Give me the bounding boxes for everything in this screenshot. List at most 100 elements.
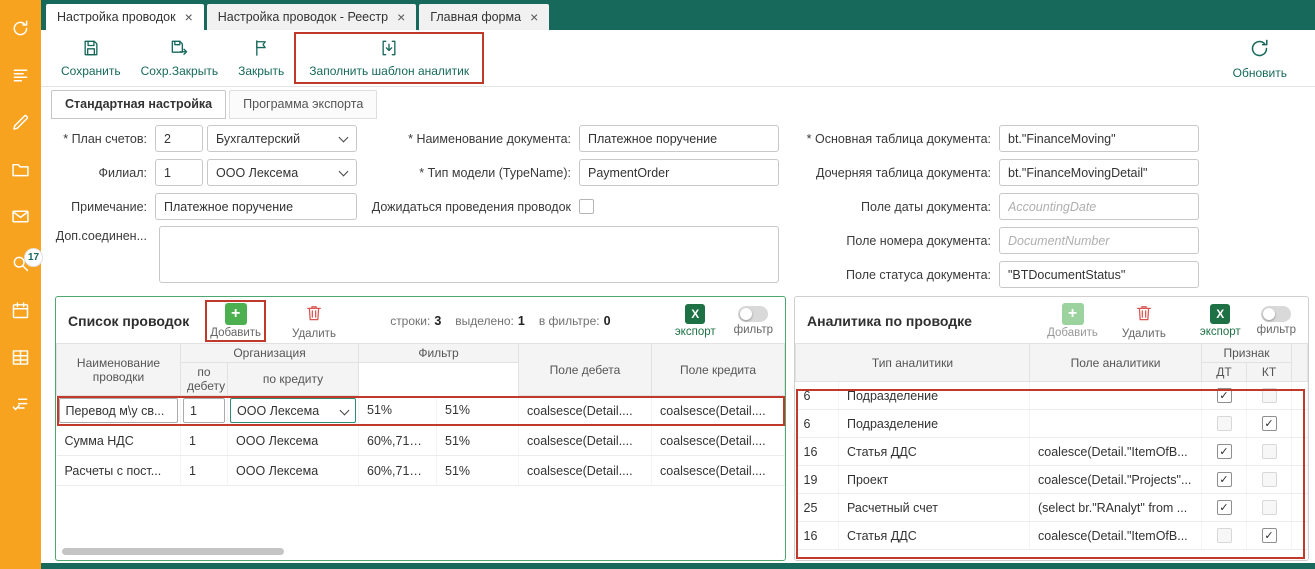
refresh-button[interactable]: Обновить <box>1223 34 1297 83</box>
type-code-cell[interactable]: 25 <box>796 494 839 522</box>
org-name-cell[interactable]: ООО Лексема <box>228 426 359 456</box>
window-tab-main-form[interactable]: Главная форма × <box>419 4 549 30</box>
credit-filter-cell[interactable]: 51% <box>437 426 519 456</box>
save-button[interactable]: Сохранить <box>51 35 131 81</box>
main-table-input[interactable] <box>999 125 1199 152</box>
folder-icon[interactable] <box>10 159 31 180</box>
col-header-analytics-field[interactable]: Поле аналитики <box>1030 344 1202 382</box>
dt-cell[interactable]: ✓ <box>1202 466 1247 494</box>
org-name-cell[interactable]: ООО Лексема <box>228 456 359 486</box>
close-form-button[interactable]: Закрыть <box>228 35 294 81</box>
dt-checkbox[interactable]: ✓ <box>1217 472 1232 487</box>
col-header-by-credit[interactable]: по кредиту <box>228 363 359 396</box>
debit-filter-cell[interactable]: 60%,71%... <box>359 456 437 486</box>
credit-filter-cell[interactable]: 51% <box>437 456 519 486</box>
org-select[interactable]: ООО Лексема <box>230 398 356 423</box>
sync-icon[interactable] <box>10 18 31 39</box>
debit-field-cell[interactable]: coalsesce(Detail.... <box>519 396 652 426</box>
filter-postings-toggle[interactable]: фильтр <box>734 306 773 336</box>
add-posting-button[interactable]: + Добавить <box>210 303 261 339</box>
kt-checkbox[interactable]: ✓ <box>1262 416 1277 431</box>
table-row-selected[interactable]: Перевод м\у св... 1 ООО Лексема 51% 51% … <box>57 396 785 426</box>
col-header-filter-group[interactable]: Фильтр <box>359 344 519 363</box>
kt-cell[interactable] <box>1247 466 1292 494</box>
type-code-cell[interactable]: 16 <box>796 438 839 466</box>
type-name-cell[interactable]: Подразделение <box>839 410 1030 438</box>
dt-cell[interactable]: ✓ <box>1202 382 1247 410</box>
type-code-cell[interactable]: 6 <box>796 382 839 410</box>
table-row[interactable]: 6 Подразделение ✓ <box>796 382 1308 410</box>
checklist-icon[interactable] <box>10 394 31 415</box>
list-icon[interactable] <box>10 65 31 86</box>
child-table-input[interactable] <box>999 159 1199 186</box>
mail-icon[interactable] <box>10 206 31 227</box>
extra-join-textarea[interactable] <box>159 226 779 283</box>
type-name-cell[interactable]: Расчетный счет <box>839 494 1030 522</box>
type-code-cell[interactable]: 16 <box>796 522 839 550</box>
type-code-cell[interactable]: 6 <box>796 410 839 438</box>
window-tab-postings-setup[interactable]: Настройка проводок × <box>46 4 204 30</box>
status-field-input[interactable] <box>999 261 1199 288</box>
export-analytics-button[interactable]: X экспорт <box>1200 304 1241 338</box>
org-code-cell[interactable]: 1 <box>181 396 228 426</box>
horizontal-scrollbar[interactable] <box>62 548 284 555</box>
type-name-cell[interactable]: Статья ДДС <box>839 522 1030 550</box>
plan-code-input[interactable] <box>155 125 203 152</box>
org-code-cell[interactable]: 1 <box>181 426 228 456</box>
kt-cell[interactable] <box>1247 382 1292 410</box>
dt-checkbox[interactable] <box>1217 528 1232 543</box>
pencil-icon[interactable] <box>10 112 31 133</box>
date-field-input[interactable] <box>999 193 1199 220</box>
type-code-cell[interactable]: 19 <box>796 466 839 494</box>
delete-posting-button[interactable]: Удалить <box>292 303 336 340</box>
dt-checkbox[interactable]: ✓ <box>1217 500 1232 515</box>
table-row[interactable]: 19 Проект coalesce(Detail."Projects"... … <box>796 466 1308 494</box>
dt-cell[interactable] <box>1202 410 1247 438</box>
org-select-cell[interactable]: ООО Лексема <box>228 396 359 426</box>
grid-icon[interactable] <box>10 347 31 368</box>
table-row[interactable]: Сумма НДС 1 ООО Лексема 60%,71%... 51% c… <box>57 426 785 456</box>
kt-checkbox[interactable] <box>1262 472 1277 487</box>
col-header-by-debit[interactable]: по дебету <box>181 363 228 396</box>
toggle-off-icon[interactable] <box>738 306 768 322</box>
credit-field-cell[interactable]: coalsesce(Detail.... <box>652 426 785 456</box>
field-cell[interactable]: coalesce(Detail."ItemOfB... <box>1030 522 1202 550</box>
dt-checkbox[interactable] <box>1217 416 1232 431</box>
field-cell[interactable]: coalesce(Detail."Projects"... <box>1030 466 1202 494</box>
col-header-posting-name[interactable]: Наименование проводки <box>57 344 181 396</box>
field-cell[interactable] <box>1030 410 1202 438</box>
type-name-cell[interactable]: Статья ДДС <box>839 438 1030 466</box>
debit-field-cell[interactable]: coalsesce(Detail.... <box>519 426 652 456</box>
credit-field-cell[interactable]: coalsesce(Detail.... <box>652 396 785 426</box>
kt-cell[interactable]: ✓ <box>1247 522 1292 550</box>
col-header-sign-group[interactable]: Признак <box>1202 344 1292 363</box>
doc-name-input[interactable] <box>579 125 779 152</box>
dt-cell[interactable] <box>1202 522 1247 550</box>
add-analytics-button[interactable]: + Добавить <box>1047 303 1098 339</box>
table-row[interactable]: Расчеты с пост... 1 ООО Лексема 60%,71%.… <box>57 456 785 486</box>
kt-cell[interactable]: ✓ <box>1247 410 1292 438</box>
posting-name-cell[interactable]: Перевод м\у св... <box>57 396 181 426</box>
window-tab-postings-registry[interactable]: Настройка проводок - Реестр × <box>207 4 417 30</box>
close-icon[interactable]: × <box>397 10 405 24</box>
kt-checkbox[interactable] <box>1262 500 1277 515</box>
wait-posting-checkbox[interactable] <box>579 199 594 214</box>
credit-filter-cell[interactable]: 51% <box>437 396 519 426</box>
kt-checkbox[interactable] <box>1262 444 1277 459</box>
type-name-input[interactable] <box>579 159 779 186</box>
filter-analytics-toggle[interactable]: фильтр <box>1257 306 1296 336</box>
tab-export-program[interactable]: Программа экспорта <box>229 90 377 119</box>
dt-cell[interactable]: ✓ <box>1202 438 1247 466</box>
table-row[interactable]: 16 Статья ДДС coalesce(Detail."ItemOfB..… <box>796 438 1308 466</box>
posting-name-cell[interactable]: Расчеты с пост... <box>57 456 181 486</box>
calendar-icon[interactable] <box>10 300 31 321</box>
number-field-input[interactable] <box>999 227 1199 254</box>
dt-checkbox[interactable]: ✓ <box>1217 388 1232 403</box>
note-input[interactable] <box>155 193 357 220</box>
debit-field-cell[interactable]: coalsesce(Detail.... <box>519 456 652 486</box>
plan-select[interactable]: Бухгалтерский <box>207 125 357 152</box>
dt-checkbox[interactable]: ✓ <box>1217 444 1232 459</box>
tab-standard-settings[interactable]: Стандартная настройка <box>51 90 226 119</box>
col-header-kt[interactable]: КТ <box>1247 363 1292 382</box>
col-header-credit-field[interactable]: Поле кредита <box>652 344 785 396</box>
